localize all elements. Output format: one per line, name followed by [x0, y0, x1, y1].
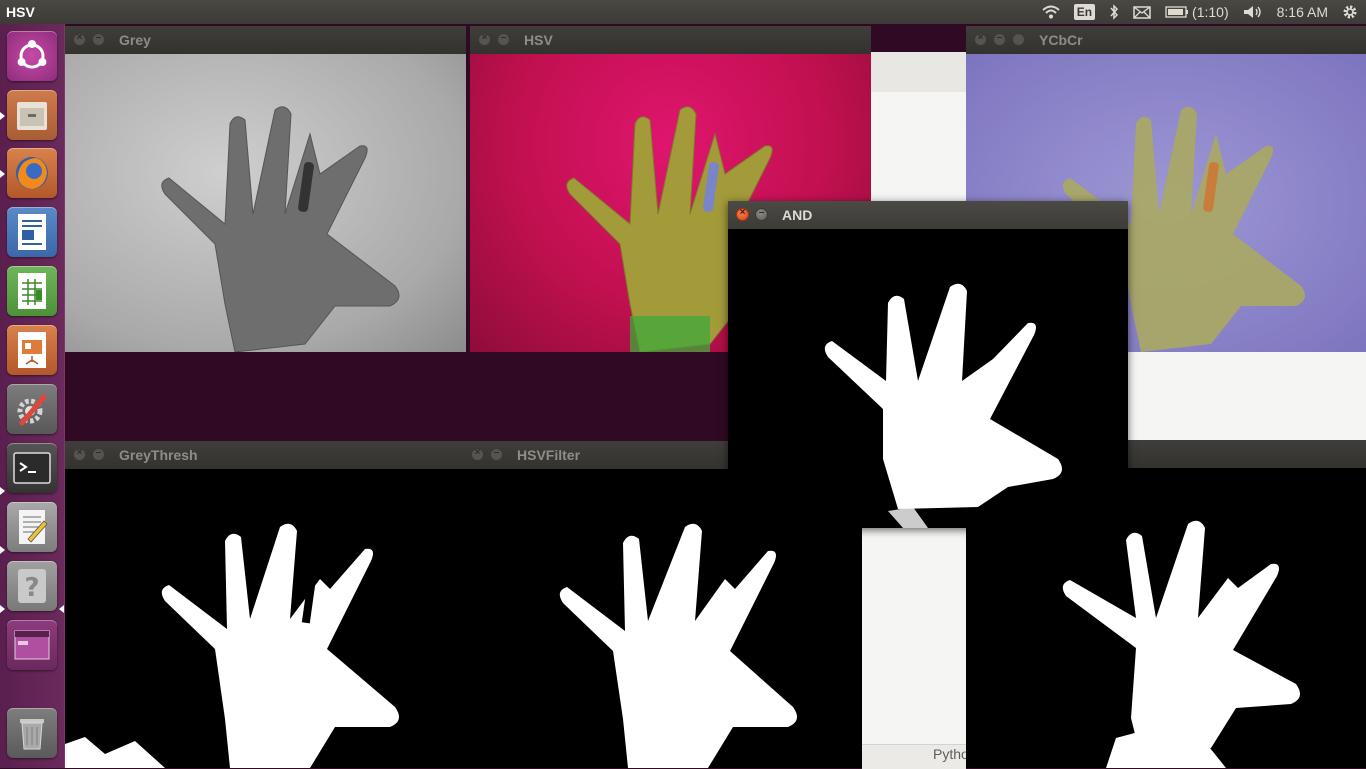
minimize-button[interactable]: – — [92, 447, 105, 461]
launcher-help[interactable]: ? — [7, 561, 57, 611]
running-indicator — [0, 170, 5, 178]
battery-indicator[interactable]: (1:10) — [1165, 0, 1229, 24]
hand-mask — [65, 523, 399, 768]
window-title: YCbCr — [1039, 32, 1083, 48]
launcher-text-editor[interactable] — [7, 502, 57, 552]
background-window-header — [870, 52, 966, 92]
launcher-libreoffice-calc[interactable] — [7, 266, 57, 316]
writer-document-icon — [18, 214, 46, 250]
text-editor-icon — [19, 510, 48, 544]
grey-image — [65, 54, 466, 352]
running-indicator — [0, 546, 5, 554]
clock[interactable]: 8:16 AM — [1277, 0, 1328, 24]
running-indicator — [0, 605, 5, 613]
close-button[interactable]: × — [974, 32, 987, 46]
close-button[interactable]: × — [471, 447, 484, 461]
launcher-workspace-switcher[interactable] — [7, 620, 57, 670]
file-cabinet-icon — [17, 102, 47, 130]
impress-presentation-icon — [18, 332, 46, 368]
keyboard-layout-label: En — [1073, 4, 1096, 20]
background-window-right — [1128, 352, 1366, 440]
minimize-button[interactable]: – — [993, 32, 1006, 46]
titlebar: × – HSV — [470, 26, 871, 54]
launcher-files[interactable] — [7, 90, 57, 140]
battery-time: (1:10) — [1192, 4, 1229, 20]
wifi-icon[interactable] — [1042, 5, 1060, 19]
close-button[interactable]: × — [73, 32, 86, 46]
active-app-title: HSV — [6, 4, 35, 20]
titlebar: × – AND — [728, 201, 1128, 229]
hand-mask — [824, 283, 1062, 528]
minimize-button[interactable]: – — [92, 32, 105, 46]
close-button[interactable]: × — [736, 207, 749, 221]
workspace-icon — [14, 630, 50, 660]
background-window-lower — [862, 528, 966, 768]
top-panel: HSV En (1:10) 8:16 AM — [0, 0, 1366, 24]
launcher-trash[interactable] — [7, 708, 57, 758]
minimize-button[interactable]: – — [490, 447, 503, 461]
close-button[interactable]: × — [478, 32, 491, 46]
running-indicator — [0, 112, 5, 120]
calc-spreadsheet-icon — [18, 273, 46, 309]
window-title: GreyThresh — [119, 447, 198, 463]
gear-icon[interactable] — [1342, 4, 1358, 20]
background-app-label: Pytho — [933, 746, 969, 762]
window-title: Grey — [119, 32, 151, 48]
minimize-button[interactable]: – — [497, 32, 510, 46]
minimize-button[interactable]: – — [755, 207, 768, 221]
question-mark-icon: ? — [18, 569, 46, 603]
focused-indicator — [59, 605, 64, 613]
window-and: × – AND — [728, 201, 1128, 528]
firefox-icon — [16, 157, 48, 189]
running-indicator — [0, 487, 5, 495]
launcher: ? — [0, 24, 65, 768]
settings-wrench-icon — [17, 394, 47, 426]
and-mask — [728, 229, 1128, 528]
bluetooth-icon[interactable] — [1109, 4, 1119, 20]
mail-icon[interactable] — [1133, 5, 1151, 19]
launcher-ubuntu-dash[interactable] — [7, 31, 57, 81]
terminal-icon — [13, 452, 51, 484]
window-title: AND — [782, 207, 813, 223]
titlebar: × – GreyThresh — [65, 441, 466, 469]
battery-icon — [1165, 6, 1189, 18]
maximize-button[interactable] — [1012, 33, 1025, 46]
greythresh-mask — [65, 469, 466, 768]
indicator-area: En (1:10) 8:16 AM — [1042, 0, 1358, 24]
close-button[interactable]: × — [73, 447, 86, 461]
svg-text:?: ? — [24, 573, 39, 603]
window-title: HSVFilter — [517, 447, 581, 463]
titlebar: × – YCbCr — [966, 26, 1366, 54]
ubuntu-logo-icon — [17, 40, 47, 69]
window-title: HSV — [524, 32, 553, 48]
trash-icon — [20, 719, 44, 750]
window-greythresh: × – GreyThresh — [65, 441, 466, 768]
titlebar: × – Grey — [65, 26, 466, 54]
window-grey: × – Grey — [65, 26, 466, 352]
launcher-libreoffice-writer[interactable] — [7, 207, 57, 257]
keyboard-layout-icon[interactable]: En — [1073, 4, 1096, 20]
volume-icon[interactable] — [1243, 5, 1263, 19]
hand-photo — [161, 106, 400, 352]
launcher-system-settings[interactable] — [7, 384, 57, 434]
launcher-firefox[interactable] — [7, 148, 57, 198]
background-window-titlebar — [1128, 440, 1366, 468]
launcher-libreoffice-impress[interactable] — [7, 325, 57, 375]
launcher-terminal[interactable] — [7, 443, 57, 493]
